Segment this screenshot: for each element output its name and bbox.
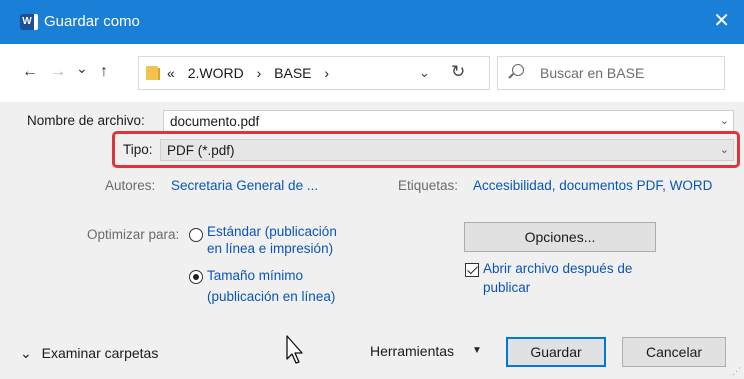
open-after-line2[interactable]: publicar (483, 280, 530, 295)
browse-folders-label: Examinar carpetas (41, 345, 159, 361)
mouse-cursor-icon (286, 335, 303, 364)
authors-value[interactable]: Secretaria General de ... (171, 178, 318, 193)
breadcrumb: « 2.WORD › BASE › (167, 65, 338, 81)
search-icon (512, 64, 524, 76)
recent-locations-icon[interactable]: ⌄ (76, 58, 88, 78)
filename-value: documento.pdf (170, 114, 260, 129)
search-box[interactable]: Buscar en BASE (497, 56, 725, 90)
chevron-down-icon: ⌄ (20, 345, 32, 361)
filename-field[interactable]: documento.pdf ⌄ (163, 110, 734, 132)
save-button[interactable]: Guardar (506, 337, 606, 367)
type-label: Tipo: (123, 142, 153, 157)
close-icon[interactable]: ✕ (713, 9, 730, 33)
refresh-icon[interactable]: ↻ (451, 62, 465, 82)
chevron-down-icon[interactable]: ⌄ (419, 65, 430, 81)
radio-standard[interactable] (189, 228, 203, 242)
filename-label: Nombre de archivo: (27, 113, 145, 128)
navigation-bar: ← → ⌄ ↑ « 2.WORD › BASE › ⌄ ↻ Buscar en … (0, 44, 744, 102)
breadcrumb-separator[interactable]: › (324, 65, 329, 81)
folder-icon (146, 66, 160, 80)
optimize-label: Optimizar para: (87, 227, 180, 242)
browse-folders-toggle[interactable]: ⌄ Examinar carpetas (20, 345, 158, 362)
word-app-icon: W (20, 14, 38, 30)
options-button[interactable]: Opciones... (464, 222, 656, 252)
tags-label: Etiquetas: (398, 178, 459, 193)
title-bar: W Guardar como ✕ (0, 0, 744, 44)
caret-down-icon[interactable]: ▼ (472, 345, 482, 356)
option-standard-line1[interactable]: Estándar (publicación (207, 224, 337, 239)
address-bar[interactable]: « 2.WORD › BASE › ⌄ ↻ (138, 56, 490, 90)
open-after-line1[interactable]: Abrir archivo después de (483, 261, 632, 276)
word-letter: W (20, 14, 34, 30)
forward-arrow-icon[interactable]: → (50, 62, 66, 82)
option-minimum-line2[interactable]: (publicación en línea) (207, 289, 335, 304)
breadcrumb-overflow[interactable]: « (167, 65, 175, 81)
tags-value[interactable]: Accesibilidad, documentos PDF, WORD (473, 178, 712, 193)
cancel-button[interactable]: Cancelar (622, 337, 726, 367)
type-select[interactable]: PDF (*.pdf) ⌄ (160, 139, 734, 161)
breadcrumb-item-base[interactable]: BASE (274, 65, 311, 81)
breadcrumb-separator[interactable]: › (257, 65, 262, 81)
radio-minimum-size[interactable] (189, 270, 203, 284)
resize-grip-icon[interactable]: ⋰ (732, 367, 741, 376)
tools-menu[interactable]: Herramientas (370, 343, 454, 359)
search-placeholder: Buscar en BASE (540, 65, 645, 81)
chevron-down-icon[interactable]: ⌄ (720, 114, 729, 127)
breadcrumb-item-2word[interactable]: 2.WORD (188, 65, 244, 81)
option-minimum-line1[interactable]: Tamaño mínimo (207, 268, 303, 283)
option-standard-line2[interactable]: en línea e impresión) (207, 241, 333, 256)
chevron-down-icon[interactable]: ⌄ (720, 143, 729, 156)
open-after-checkbox[interactable] (465, 263, 479, 277)
type-value: PDF (*.pdf) (167, 143, 235, 158)
authors-label: Autores: (105, 178, 156, 193)
window-title: Guardar como (44, 13, 140, 30)
up-arrow-icon[interactable]: ↑ (100, 62, 108, 82)
back-arrow-icon[interactable]: ← (22, 62, 38, 82)
